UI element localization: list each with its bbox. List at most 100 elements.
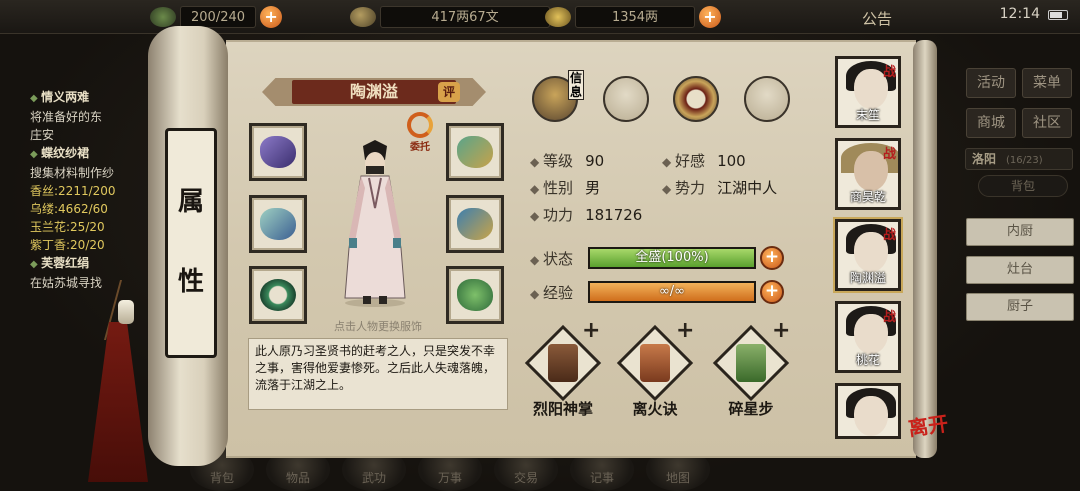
add-stamina-button[interactable]: + <box>260 6 283 28</box>
stat-gender: 性别男 <box>530 177 600 198</box>
gold-resource: 1354两 + <box>545 6 721 28</box>
add-gold-button[interactable]: + <box>699 6 721 28</box>
city-name: 洛阳 <box>972 152 997 166</box>
stat-favor: 好感 100 <box>662 150 746 171</box>
game-screen: 200/240 + 417两67文 1354两 + 公告 12:14 情义两难 … <box>0 0 1080 491</box>
meridian-figure-icon[interactable] <box>744 76 790 122</box>
tassel-icon <box>88 322 148 482</box>
city-indicator[interactable]: 洛阳 (16/23) <box>965 148 1073 170</box>
entrust-icon <box>407 112 433 138</box>
equip-slot-accessory[interactable] <box>446 266 504 324</box>
equip-slot-hidden-weapon[interactable] <box>249 195 307 253</box>
equip-slot-weapon[interactable] <box>249 123 307 181</box>
stat-faction-value: 江湖中人 <box>717 179 778 197</box>
battle-tag: 战 <box>882 310 896 325</box>
stat-level-label: 等级 <box>530 152 573 170</box>
state-row: 状态 <box>530 248 573 269</box>
battle-tag: 战 <box>882 228 896 243</box>
skill-scroll-icon <box>640 344 670 382</box>
money-value: 417两67文 <box>380 6 550 28</box>
bag-button[interactable]: 背包 <box>978 175 1068 197</box>
community-button[interactable]: 社区 <box>1022 108 1072 138</box>
jade-pendant-icon <box>457 279 493 311</box>
leave-button[interactable]: 离开 <box>906 407 950 441</box>
portrait-member-4[interactable]: 战 桃花 <box>835 301 901 373</box>
portrait-face <box>854 396 888 436</box>
clock: 12:14 <box>999 6 1040 22</box>
portrait-member-3[interactable]: 战 陶渊溢 <box>835 219 901 291</box>
battle-tag: 战 <box>882 65 896 80</box>
stamina-resource: 200/240 + <box>150 6 283 28</box>
character-name: 陶渊溢 <box>349 82 398 101</box>
skill-book-icon <box>548 344 578 382</box>
shop-button[interactable]: 商城 <box>966 108 1016 138</box>
character-bio: 此人原乃习圣贤书的赶考之人，只是突发不幸之事，害得他爱妻惨死。之后此人失魂落魄，… <box>248 338 508 410</box>
stamina-value: 200/240 <box>180 6 257 28</box>
info-label: 信息 <box>568 70 584 100</box>
portrait-member-1[interactable]: 战 末笙 <box>835 56 901 128</box>
stat-faction-label: 势力 <box>662 179 705 197</box>
stat-level-value: 90 <box>585 152 605 170</box>
state-label: 状态 <box>530 250 573 268</box>
city-count: (16/23) <box>1006 155 1043 166</box>
portrait-name: 桃花 <box>855 353 880 367</box>
activity-button[interactable]: 活动 <box>966 68 1016 98</box>
stat-gender-label: 性别 <box>530 179 573 197</box>
chef-button[interactable]: 厨子 <box>966 293 1074 321</box>
money-resource: 417两67文 <box>350 6 550 28</box>
add-exp-button[interactable]: + <box>760 280 784 304</box>
tab-title-char: 属 <box>177 187 204 217</box>
map-scroll-icon[interactable] <box>603 76 649 122</box>
bagua-icon[interactable] <box>673 76 719 122</box>
equip-slot-headgear[interactable] <box>446 123 504 181</box>
state-bar-text: 全盛(100%) <box>635 250 709 265</box>
stat-favor-label: 好感 <box>662 152 705 170</box>
stat-power: 功力 181726 <box>530 204 642 225</box>
skill-name: 烈阳神掌 <box>532 400 593 418</box>
battle-tag: 战 <box>882 147 896 162</box>
state-bar: 全盛(100%) <box>588 247 756 269</box>
portrait-member-2[interactable]: 战 商昊乾 <box>835 138 901 210</box>
battery-icon <box>1048 10 1068 20</box>
exp-bar-text: ∞/∞ <box>658 284 686 299</box>
equip-slot-armor[interactable] <box>446 195 504 253</box>
equip-slot-ring[interactable] <box>249 266 307 324</box>
dart-icon <box>260 208 296 240</box>
tab-title-char: 性 <box>177 267 204 297</box>
restore-state-button[interactable]: + <box>760 246 784 270</box>
portrait-name: 末笙 <box>855 108 880 122</box>
exp-bar: ∞/∞ <box>588 281 756 303</box>
stat-faction: 势力江湖中人 <box>662 177 777 198</box>
stat-power-label: 功力 <box>530 206 573 224</box>
skill-upgrade-button[interactable]: + <box>772 318 790 343</box>
gold-value: 1354两 <box>575 6 695 28</box>
skill-name: 离火诀 <box>632 400 678 418</box>
armor-icon <box>457 208 493 240</box>
rate-button[interactable]: 评 <box>438 82 460 102</box>
skill-name: 碎星步 <box>728 400 774 418</box>
scroll-roller-right <box>913 40 937 458</box>
menu-button[interactable]: 菜单 <box>1022 68 1072 98</box>
coin-icon <box>350 7 376 27</box>
character-figure[interactable] <box>335 138 415 308</box>
stamina-icon <box>150 7 176 27</box>
change-outfit-hint: 点击人物更换服饰 <box>334 320 422 333</box>
inner-kitchen-button[interactable]: 内厨 <box>966 218 1074 246</box>
stove-button[interactable]: 灶台 <box>966 256 1074 284</box>
portrait-name: 陶渊溢 <box>849 271 886 285</box>
notice-button[interactable]: 公告 <box>862 8 892 29</box>
skill-scroll-icon <box>736 344 766 382</box>
tassel-bead <box>118 300 134 324</box>
attributes-tab: 属 性 <box>165 128 217 358</box>
skill-upgrade-button[interactable]: + <box>676 318 694 343</box>
top-bar: 200/240 + 417两67文 1354两 + 公告 12:14 <box>0 0 1080 34</box>
jade-ring-icon <box>260 279 296 311</box>
helmet-icon <box>457 136 493 168</box>
stat-gender-value: 男 <box>585 179 601 197</box>
stat-power-value: 181726 <box>585 206 643 224</box>
gauntlet-icon <box>260 136 296 168</box>
portrait-member-5[interactable] <box>835 383 901 439</box>
skill-upgrade-button[interactable]: + <box>582 318 600 343</box>
stat-favor-value: 100 <box>717 152 746 170</box>
gold-ingot-icon <box>545 7 571 27</box>
